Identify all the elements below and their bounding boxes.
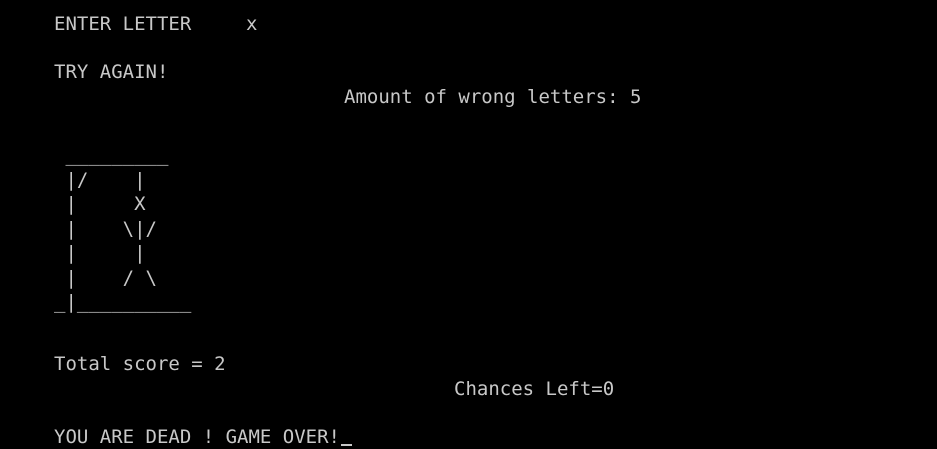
total-score: Total score = 2 <box>54 353 226 375</box>
game-over-message: YOU ARE DEAD ! GAME OVER! <box>54 426 340 448</box>
hangman-gallows-drawing: _________ |/ | | X | \|/ | | | / \ _|___… <box>54 144 192 313</box>
try-again-message: TRY AGAIN! <box>54 61 169 83</box>
typed-letter: x <box>246 13 258 35</box>
enter-letter-prompt: ENTER LETTER <box>54 13 192 35</box>
game-over-line: YOU ARE DEAD ! GAME OVER! <box>54 425 352 449</box>
wrong-letters-counter: Amount of wrong letters: 5 <box>344 86 642 108</box>
chances-left: Chances Left=0 <box>454 378 615 400</box>
text-cursor <box>340 444 352 446</box>
